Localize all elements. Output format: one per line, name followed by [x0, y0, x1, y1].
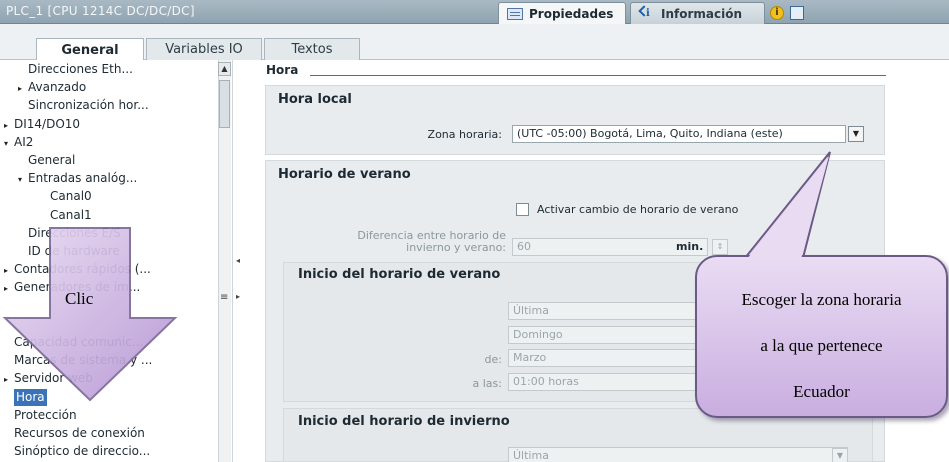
click-label: Clic: [65, 289, 94, 308]
down-arrow-icon: [2, 227, 178, 402]
